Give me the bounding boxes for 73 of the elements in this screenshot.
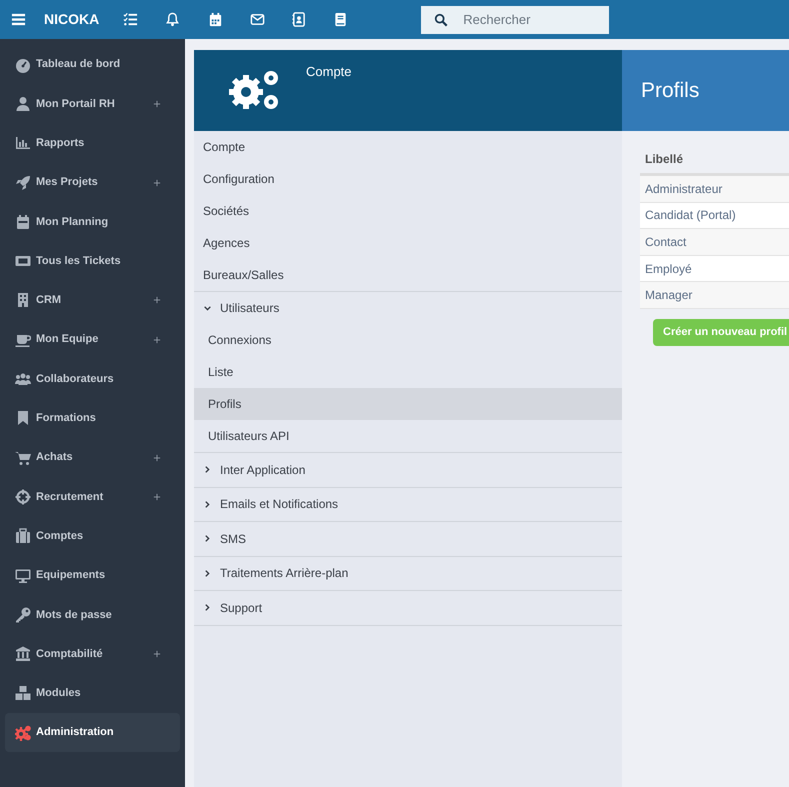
brand-name: NICOKA — [44, 10, 100, 29]
panel-title: Compte — [306, 63, 352, 81]
menu-group[interactable]: Inter Application — [194, 453, 622, 486]
chevron-right-icon — [203, 500, 212, 509]
menu-item[interactable]: Sociétés — [194, 195, 622, 227]
table-cell-text: Manager — [644, 287, 692, 304]
search-icon — [434, 12, 448, 26]
sidebar-item[interactable]: Recrutement — [5, 477, 180, 517]
menu-group[interactable]: Support — [194, 591, 622, 624]
submenu-item[interactable]: Utilisateurs API — [194, 420, 622, 452]
menu-item[interactable]: Bureaux/Salles — [194, 259, 622, 291]
menu-group[interactable]: SMS — [194, 522, 622, 556]
bookmark-icon — [15, 410, 31, 426]
chevron-right-icon — [203, 568, 212, 578]
sidebar-item[interactable]: Mon Planning — [5, 202, 180, 242]
users-icon — [15, 371, 31, 388]
cart-icon — [15, 450, 31, 466]
gears-icon — [15, 724, 31, 741]
calendar-icon — [15, 214, 31, 230]
sidebar-item[interactable]: Tableau de bord — [5, 45, 180, 84]
submenu-item[interactable]: Profils — [194, 388, 622, 420]
sidebar-item[interactable]: Mots de passe — [5, 595, 180, 634]
sidebar-item[interactable]: Achats — [5, 438, 180, 478]
boxes-icon — [15, 685, 31, 702]
user-icon — [15, 96, 31, 112]
menu-item[interactable]: Configuration — [194, 163, 622, 195]
contact-book-icon — [291, 12, 306, 27]
rocket-icon — [15, 174, 31, 191]
bell-icon — [165, 12, 180, 27]
chevron-right-icon — [203, 465, 212, 474]
table-cell-text: Contact — [644, 234, 686, 251]
table-cell-text: Employé — [644, 260, 692, 278]
menu-group[interactable]: Utilisateurs — [194, 292, 622, 324]
sidebar-item[interactable]: Mon Equipe — [5, 320, 180, 360]
sidebar-item[interactable]: Rapports — [5, 124, 180, 163]
bar-chart-icon — [15, 135, 31, 152]
chevron-right-icon — [203, 534, 212, 544]
submenu-item[interactable]: Connexions — [194, 324, 622, 356]
crosshair-icon — [15, 488, 31, 505]
menu-item[interactable]: Compte — [194, 131, 622, 163]
sidebar-item[interactable]: Equipements — [5, 556, 180, 596]
sidebar-item[interactable]: Tous les Tickets — [5, 241, 180, 281]
sidebar-item[interactable]: Comptes — [5, 516, 180, 556]
sidebar-item[interactable]: Comptabilité — [5, 634, 180, 674]
table-cell-text: Administrateur — [644, 180, 722, 198]
column-header: Libellé — [644, 151, 684, 168]
sidebar-item[interactable]: Collaborateurs — [5, 359, 180, 399]
envelope-icon — [250, 12, 266, 27]
table-cell-text: Candidat (Portal) — [644, 207, 736, 224]
menu-item[interactable]: Agences — [194, 227, 622, 259]
monitor-icon — [15, 568, 31, 584]
sidebar-item[interactable]: CRM — [5, 280, 180, 320]
calendar-icon — [208, 12, 224, 27]
sidebar-item[interactable]: Administration — [5, 713, 180, 752]
page-title: Profils — [641, 78, 700, 104]
key-icon — [15, 606, 31, 623]
menu-icon — [11, 12, 26, 27]
sidebar-item[interactable]: Mon Portail RH — [5, 84, 180, 124]
sidebar-item[interactable]: Formations — [5, 398, 180, 438]
menu-group[interactable]: Traitements Arrière-plan — [194, 556, 622, 590]
sidebar-item[interactable]: Mes Projets — [5, 162, 180, 202]
briefcase-icon — [15, 528, 31, 544]
book-icon — [333, 12, 348, 27]
checklist-icon — [123, 12, 138, 27]
search-field[interactable]: Rechercher — [421, 6, 610, 34]
sidebar-item[interactable]: Modules — [5, 674, 180, 714]
gauge-icon — [15, 56, 31, 73]
bank-icon — [15, 646, 31, 662]
chevron-down-icon — [203, 304, 212, 312]
building-icon — [15, 292, 31, 308]
chevron-right-icon — [203, 603, 212, 612]
submenu-item[interactable]: Liste — [194, 356, 622, 388]
menu-group[interactable]: Emails et Notifications — [194, 488, 622, 521]
